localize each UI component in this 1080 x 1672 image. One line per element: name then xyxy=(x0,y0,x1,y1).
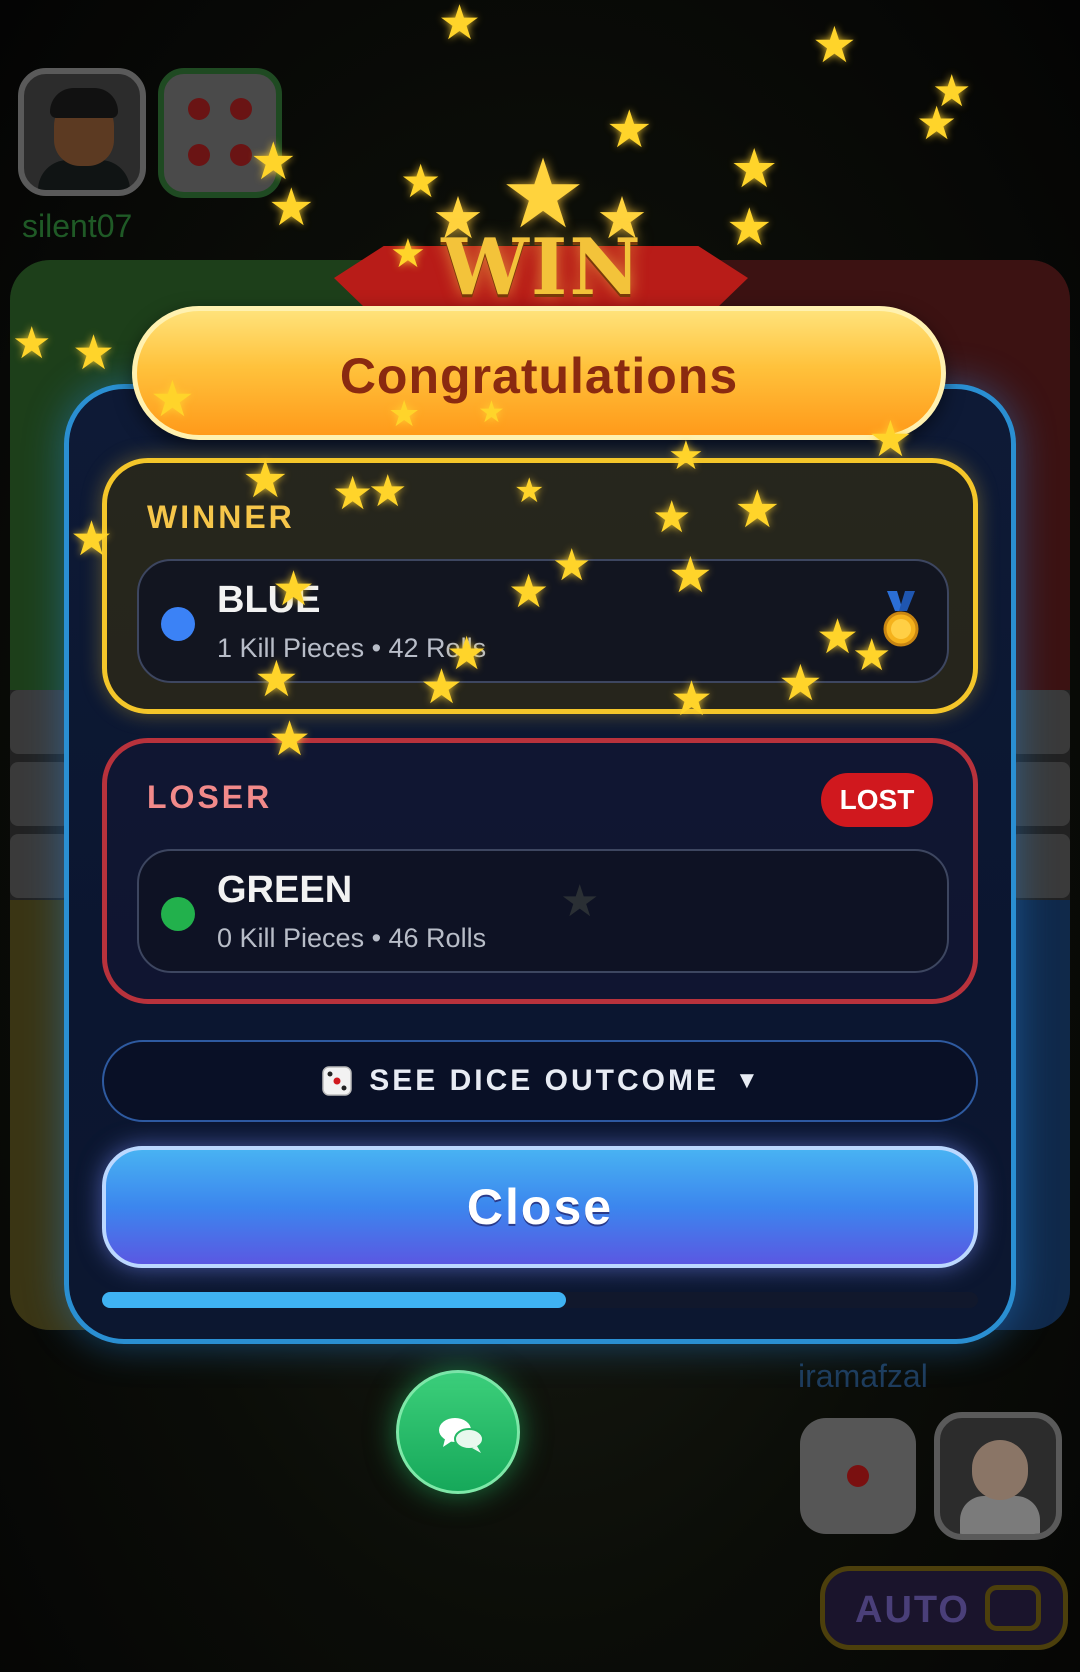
winner-card: BLUE 1 Kill Pieces • 42 Rolls xyxy=(137,559,949,683)
loser-label: LOSER xyxy=(147,779,273,815)
track-cell xyxy=(10,762,70,826)
winner-label: WINNER xyxy=(147,499,295,535)
loser-name: GREEN xyxy=(217,869,353,911)
loser-card: GREEN 0 Kill Pieces • 46 Rolls xyxy=(137,849,949,973)
gold-medal-icon xyxy=(883,591,919,647)
track-cell xyxy=(10,690,70,754)
congratulations-banner: Congratulations xyxy=(132,306,946,440)
dice-top-left xyxy=(158,68,282,198)
loser-section: LOSER LOST GREEN 0 Kill Pieces • 46 Roll… xyxy=(102,738,978,1004)
dice-outcome-label: SEE DICE OUTCOME xyxy=(369,1064,719,1097)
dice-bottom-right[interactable] xyxy=(800,1418,916,1534)
progress-fill xyxy=(102,1292,567,1308)
chat-bubbles-icon xyxy=(439,1418,484,1453)
see-dice-outcome-button[interactable]: SEE DICE OUTCOME ▼ xyxy=(102,1040,978,1122)
close-label: Close xyxy=(466,1179,614,1235)
lost-badge: LOST xyxy=(821,773,933,827)
track-cell xyxy=(1010,762,1070,826)
dice-icon xyxy=(322,1066,353,1096)
track-cell xyxy=(10,834,70,898)
close-button[interactable]: Close xyxy=(102,1146,978,1268)
loser-stats: 0 Kill Pieces • 46 Rolls xyxy=(217,923,487,953)
chevron-down-icon: ▼ xyxy=(734,1067,759,1094)
auto-toggle[interactable]: AUTO xyxy=(820,1566,1068,1650)
dialog-title: Congratulations xyxy=(339,348,739,404)
track-cell xyxy=(1010,690,1070,754)
player-avatar-bottom-right[interactable] xyxy=(934,1412,1062,1540)
auto-close-progress xyxy=(102,1292,978,1308)
player-avatar-top-left[interactable] xyxy=(18,68,146,196)
winner-stats: 1 Kill Pieces • 42 Rolls xyxy=(217,633,487,663)
winner-section: WINNER BLUE 1 Kill Pieces • 42 Rolls xyxy=(102,458,978,714)
auto-label: AUTO xyxy=(855,1589,970,1631)
auto-checkbox xyxy=(985,1585,1041,1631)
player-name-top-left: silent07 xyxy=(22,208,133,244)
green-dot-icon xyxy=(161,897,195,931)
player-name-bottom-right: iramafzal xyxy=(798,1358,928,1394)
blue-dot-icon xyxy=(161,607,195,641)
winner-name: BLUE xyxy=(217,579,321,621)
track-cell xyxy=(1010,834,1070,898)
win-badge: WIN xyxy=(441,222,643,313)
chat-button[interactable] xyxy=(396,1370,520,1494)
